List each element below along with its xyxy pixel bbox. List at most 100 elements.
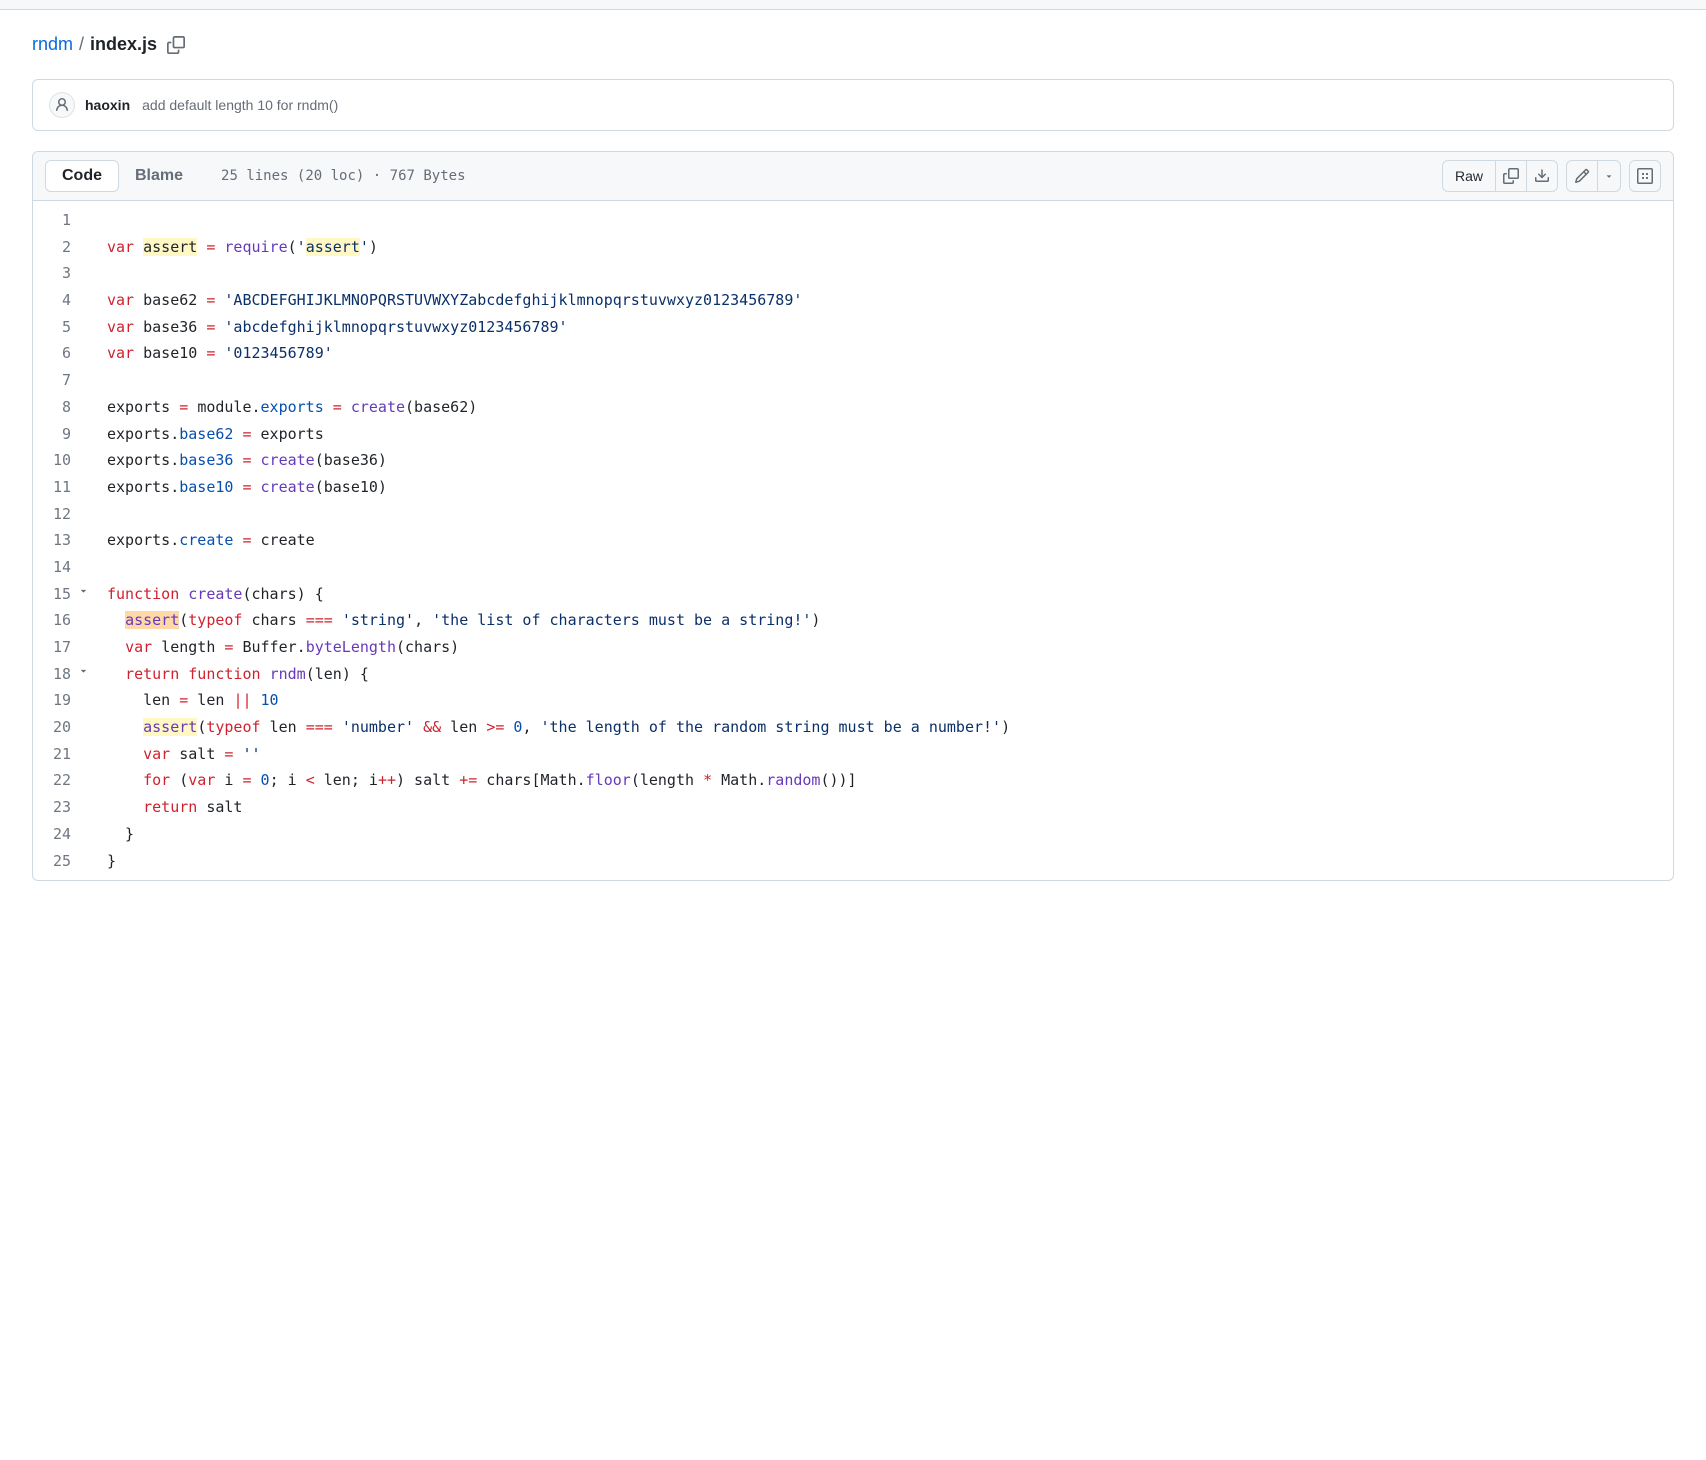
line-number[interactable]: 9 <box>33 421 91 448</box>
code-line[interactable]: 15function create(chars) { <box>33 581 1673 608</box>
breadcrumb: rndm / index.js <box>32 34 1674 55</box>
code-content[interactable] <box>91 554 107 581</box>
line-number[interactable]: 18 <box>33 661 91 688</box>
line-number[interactable]: 12 <box>33 501 91 528</box>
line-number[interactable]: 21 <box>33 741 91 768</box>
code-content[interactable] <box>91 501 107 528</box>
symbols-icon[interactable] <box>1629 160 1661 192</box>
code-content[interactable]: for (var i = 0; i < len; i++) salt += ch… <box>91 767 857 794</box>
line-number[interactable]: 19 <box>33 687 91 714</box>
code-content[interactable]: var base36 = 'abcdefghijklmnopqrstuvwxyz… <box>91 314 568 341</box>
file-header: Code Blame 25 lines (20 loc) · 767 Bytes… <box>33 152 1673 201</box>
code-line[interactable]: 17 var length = Buffer.byteLength(chars) <box>33 634 1673 661</box>
code-content[interactable]: exports = module.exports = create(base62… <box>91 394 477 421</box>
code-line[interactable]: 6var base10 = '0123456789' <box>33 340 1673 367</box>
code-line[interactable]: 23 return salt <box>33 794 1673 821</box>
code-content[interactable]: len = len || 10 <box>91 687 279 714</box>
code-line[interactable]: 8exports = module.exports = create(base6… <box>33 394 1673 421</box>
line-number[interactable]: 4 <box>33 287 91 314</box>
code-content[interactable]: var base62 = 'ABCDEFGHIJKLMNOPQRSTUVWXYZ… <box>91 287 802 314</box>
code-line[interactable]: 24 } <box>33 821 1673 848</box>
copy-icon[interactable] <box>1495 160 1527 192</box>
code-content[interactable]: return salt <box>91 794 242 821</box>
line-number[interactable]: 25 <box>33 848 91 875</box>
code-content[interactable]: assert(typeof chars === 'string', 'the l… <box>91 607 820 634</box>
line-number[interactable]: 17 <box>33 634 91 661</box>
code-line[interactable]: 12 <box>33 501 1673 528</box>
code-content[interactable]: exports.base10 = create(base10) <box>91 474 387 501</box>
code-line[interactable]: 19 len = len || 10 <box>33 687 1673 714</box>
code-line[interactable]: 7 <box>33 367 1673 394</box>
tab-blame[interactable]: Blame <box>119 161 199 191</box>
dot-separator: · <box>373 168 381 184</box>
code-content[interactable] <box>91 367 107 394</box>
top-border <box>0 0 1706 10</box>
tab-code[interactable]: Code <box>45 160 119 192</box>
code-line[interactable]: 13exports.create = create <box>33 527 1673 554</box>
line-number[interactable]: 5 <box>33 314 91 341</box>
code-content[interactable]: function create(chars) { <box>91 581 324 608</box>
code-content[interactable]: exports.base36 = create(base36) <box>91 447 387 474</box>
file-info: 25 lines (20 loc) · 767 Bytes <box>221 168 465 184</box>
code-content[interactable]: } <box>91 821 134 848</box>
chevron-down-icon[interactable] <box>78 665 89 683</box>
commit-author[interactable]: haoxin <box>85 97 130 113</box>
code-content[interactable]: var base10 = '0123456789' <box>91 340 333 367</box>
avatar[interactable] <box>49 92 75 118</box>
code-content[interactable] <box>91 260 107 287</box>
code-line[interactable]: 10exports.base36 = create(base36) <box>33 447 1673 474</box>
line-number[interactable]: 11 <box>33 474 91 501</box>
edit-dropdown-icon[interactable] <box>1597 160 1621 192</box>
code-content[interactable]: exports.base62 = exports <box>91 421 324 448</box>
code-content[interactable]: } <box>91 848 116 875</box>
line-number[interactable]: 1 <box>33 207 91 234</box>
line-number[interactable]: 10 <box>33 447 91 474</box>
line-number[interactable]: 22 <box>33 767 91 794</box>
breadcrumb-repo-link[interactable]: rndm <box>32 34 73 55</box>
code-line[interactable]: 5var base36 = 'abcdefghijklmnopqrstuvwxy… <box>33 314 1673 341</box>
code-content[interactable]: exports.create = create <box>91 527 315 554</box>
line-number[interactable]: 15 <box>33 581 91 608</box>
code-line[interactable]: 18 return function rndm(len) { <box>33 661 1673 688</box>
line-number[interactable]: 24 <box>33 821 91 848</box>
code-line[interactable]: 21 var salt = '' <box>33 741 1673 768</box>
copy-path-icon[interactable] <box>167 36 185 54</box>
line-number[interactable]: 16 <box>33 607 91 634</box>
code-line[interactable]: 16 assert(typeof chars === 'string', 'th… <box>33 607 1673 634</box>
download-icon[interactable] <box>1526 160 1558 192</box>
code-line[interactable]: 4var base62 = 'ABCDEFGHIJKLMNOPQRSTUVWXY… <box>33 287 1673 314</box>
code-content[interactable]: return function rndm(len) { <box>91 661 369 688</box>
code-line[interactable]: 14 <box>33 554 1673 581</box>
code-content[interactable] <box>91 207 107 234</box>
code-content[interactable]: var length = Buffer.byteLength(chars) <box>91 634 459 661</box>
blob-tab-group: Code Blame <box>45 160 199 192</box>
latest-commit-box[interactable]: haoxin add default length 10 for rndm() <box>32 79 1674 131</box>
line-number[interactable]: 20 <box>33 714 91 741</box>
commit-message[interactable]: add default length 10 for rndm() <box>142 97 338 113</box>
line-number[interactable]: 14 <box>33 554 91 581</box>
breadcrumb-separator: / <box>79 34 84 55</box>
edit-icon[interactable] <box>1566 160 1598 192</box>
line-number[interactable]: 3 <box>33 260 91 287</box>
code-line[interactable]: 3 <box>33 260 1673 287</box>
code-area[interactable]: 12var assert = require('assert')34var ba… <box>33 201 1673 880</box>
code-line[interactable]: 2var assert = require('assert') <box>33 234 1673 261</box>
code-line[interactable]: 25} <box>33 848 1673 875</box>
chevron-down-icon[interactable] <box>78 585 89 603</box>
line-number[interactable]: 23 <box>33 794 91 821</box>
code-line[interactable]: 20 assert(typeof len === 'number' && len… <box>33 714 1673 741</box>
code-line[interactable]: 1 <box>33 207 1673 234</box>
line-number[interactable]: 8 <box>33 394 91 421</box>
line-number[interactable]: 13 <box>33 527 91 554</box>
code-line[interactable]: 22 for (var i = 0; i < len; i++) salt +=… <box>33 767 1673 794</box>
line-number[interactable]: 6 <box>33 340 91 367</box>
code-content[interactable]: var assert = require('assert') <box>91 234 378 261</box>
raw-button[interactable]: Raw <box>1442 160 1496 192</box>
code-line[interactable]: 9exports.base62 = exports <box>33 421 1673 448</box>
code-line[interactable]: 11exports.base10 = create(base10) <box>33 474 1673 501</box>
code-content[interactable]: assert(typeof len === 'number' && len >=… <box>91 714 1010 741</box>
breadcrumb-file: index.js <box>90 34 157 55</box>
line-number[interactable]: 2 <box>33 234 91 261</box>
line-number[interactable]: 7 <box>33 367 91 394</box>
code-content[interactable]: var salt = '' <box>91 741 261 768</box>
